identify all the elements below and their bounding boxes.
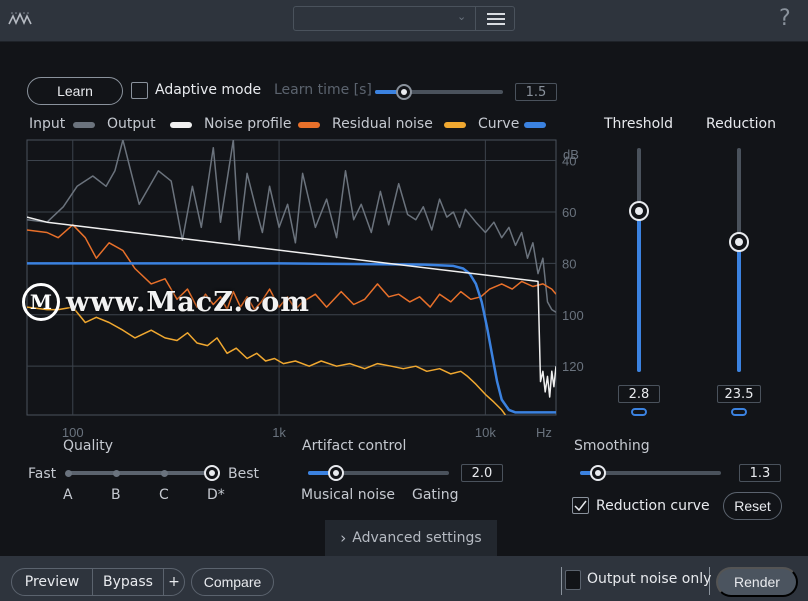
reduction-label: Reduction <box>706 116 776 132</box>
quality-stop-c[interactable] <box>160 469 168 477</box>
legend-label-output: Output <box>107 116 156 132</box>
preset-menu-button[interactable] <box>475 7 515 30</box>
adaptive-mode-label: Adaptive mode <box>155 82 262 98</box>
add-bypass-button[interactable]: + <box>164 569 184 595</box>
reduction-curve-label: Reduction curve <box>596 498 710 514</box>
chevron-down-icon: ⌄ <box>457 10 467 23</box>
reduction-curve-checkbox[interactable] <box>572 497 589 514</box>
hamburger-icon <box>486 12 505 15</box>
legend-label-noise-profile: Noise profile <box>204 116 292 132</box>
musical-noise-label: Musical noise <box>301 487 395 503</box>
quality-option-label: C <box>159 487 169 503</box>
threshold-slider[interactable] <box>637 148 641 372</box>
compare-button[interactable]: Compare <box>191 568 274 596</box>
advanced-settings-label: Advanced settings <box>352 530 482 546</box>
smoothing-value[interactable]: 1.3 <box>739 464 781 482</box>
artifact-control-label: Artifact control <box>302 438 407 454</box>
artifact-control-value[interactable]: 2.0 <box>461 464 503 482</box>
checkmark-icon <box>574 500 587 511</box>
quality-knob[interactable] <box>204 465 220 481</box>
output-noise-only-checkbox[interactable] <box>565 570 581 590</box>
quality-option-label: D* <box>207 487 225 503</box>
preview-bypass-group: Preview Bypass + <box>11 568 185 596</box>
reduction-knob[interactable] <box>729 232 749 253</box>
legend-swatch-curve[interactable] <box>524 122 546 128</box>
legend-swatch-residual-noise[interactable] <box>444 122 466 128</box>
legend-swatch-output[interactable] <box>170 122 192 128</box>
learn-time-label: Learn time [s] <box>274 82 372 98</box>
app-logo-icon <box>8 12 32 25</box>
legend-label-residual-noise: Residual noise <box>332 116 433 132</box>
quality-fast-label: Fast <box>28 466 57 482</box>
quality-option-label: A <box>63 487 73 503</box>
quality-stop-a[interactable] <box>64 469 72 477</box>
reduction-value[interactable]: 23.5 <box>717 385 761 403</box>
reduction-link-icon[interactable] <box>731 408 747 416</box>
reset-button[interactable]: Reset <box>723 492 782 520</box>
bypass-button[interactable]: Bypass <box>93 569 164 595</box>
quality-stop-b[interactable] <box>112 469 120 477</box>
threshold-value[interactable]: 2.8 <box>618 385 660 403</box>
threshold-fill <box>637 210 641 372</box>
threshold-link-icon[interactable] <box>631 408 647 416</box>
advanced-settings-toggle[interactable]: › Advanced settings <box>325 520 497 556</box>
output-noise-only-label: Output noise only <box>587 571 712 587</box>
top-bar: ⌄ ? <box>0 0 808 42</box>
preview-button[interactable]: Preview <box>12 569 93 595</box>
adaptive-mode-checkbox[interactable] <box>131 82 148 99</box>
chevron-right-icon: › <box>340 529 347 547</box>
threshold-label: Threshold <box>604 116 673 132</box>
learn-time-value[interactable]: 1.5 <box>515 83 557 101</box>
bottom-bar: Preview Bypass + Compare Output noise on… <box>0 556 808 601</box>
quality-label: Quality <box>63 438 114 454</box>
preset-dropdown[interactable]: ⌄ <box>293 6 515 31</box>
reduction-slider[interactable] <box>737 148 741 372</box>
learn-time-slider[interactable] <box>375 90 503 94</box>
legend-swatch-noise-profile[interactable] <box>298 122 320 128</box>
quality-best-label: Best <box>228 466 260 482</box>
reduction-fill <box>737 242 741 372</box>
threshold-knob[interactable] <box>629 200 649 221</box>
smoothing-label: Smoothing <box>574 438 650 454</box>
legend-label-curve: Curve <box>478 116 520 132</box>
quality-slider[interactable] <box>68 471 212 475</box>
quality-option-label: B <box>111 487 121 503</box>
legend-label-input: Input <box>29 116 66 132</box>
render-button[interactable]: Render <box>716 567 798 597</box>
legend-swatch-input[interactable] <box>73 122 95 128</box>
gating-label: Gating <box>412 487 459 503</box>
help-button[interactable]: ? <box>779 6 791 31</box>
learn-button[interactable]: Learn <box>27 77 123 105</box>
